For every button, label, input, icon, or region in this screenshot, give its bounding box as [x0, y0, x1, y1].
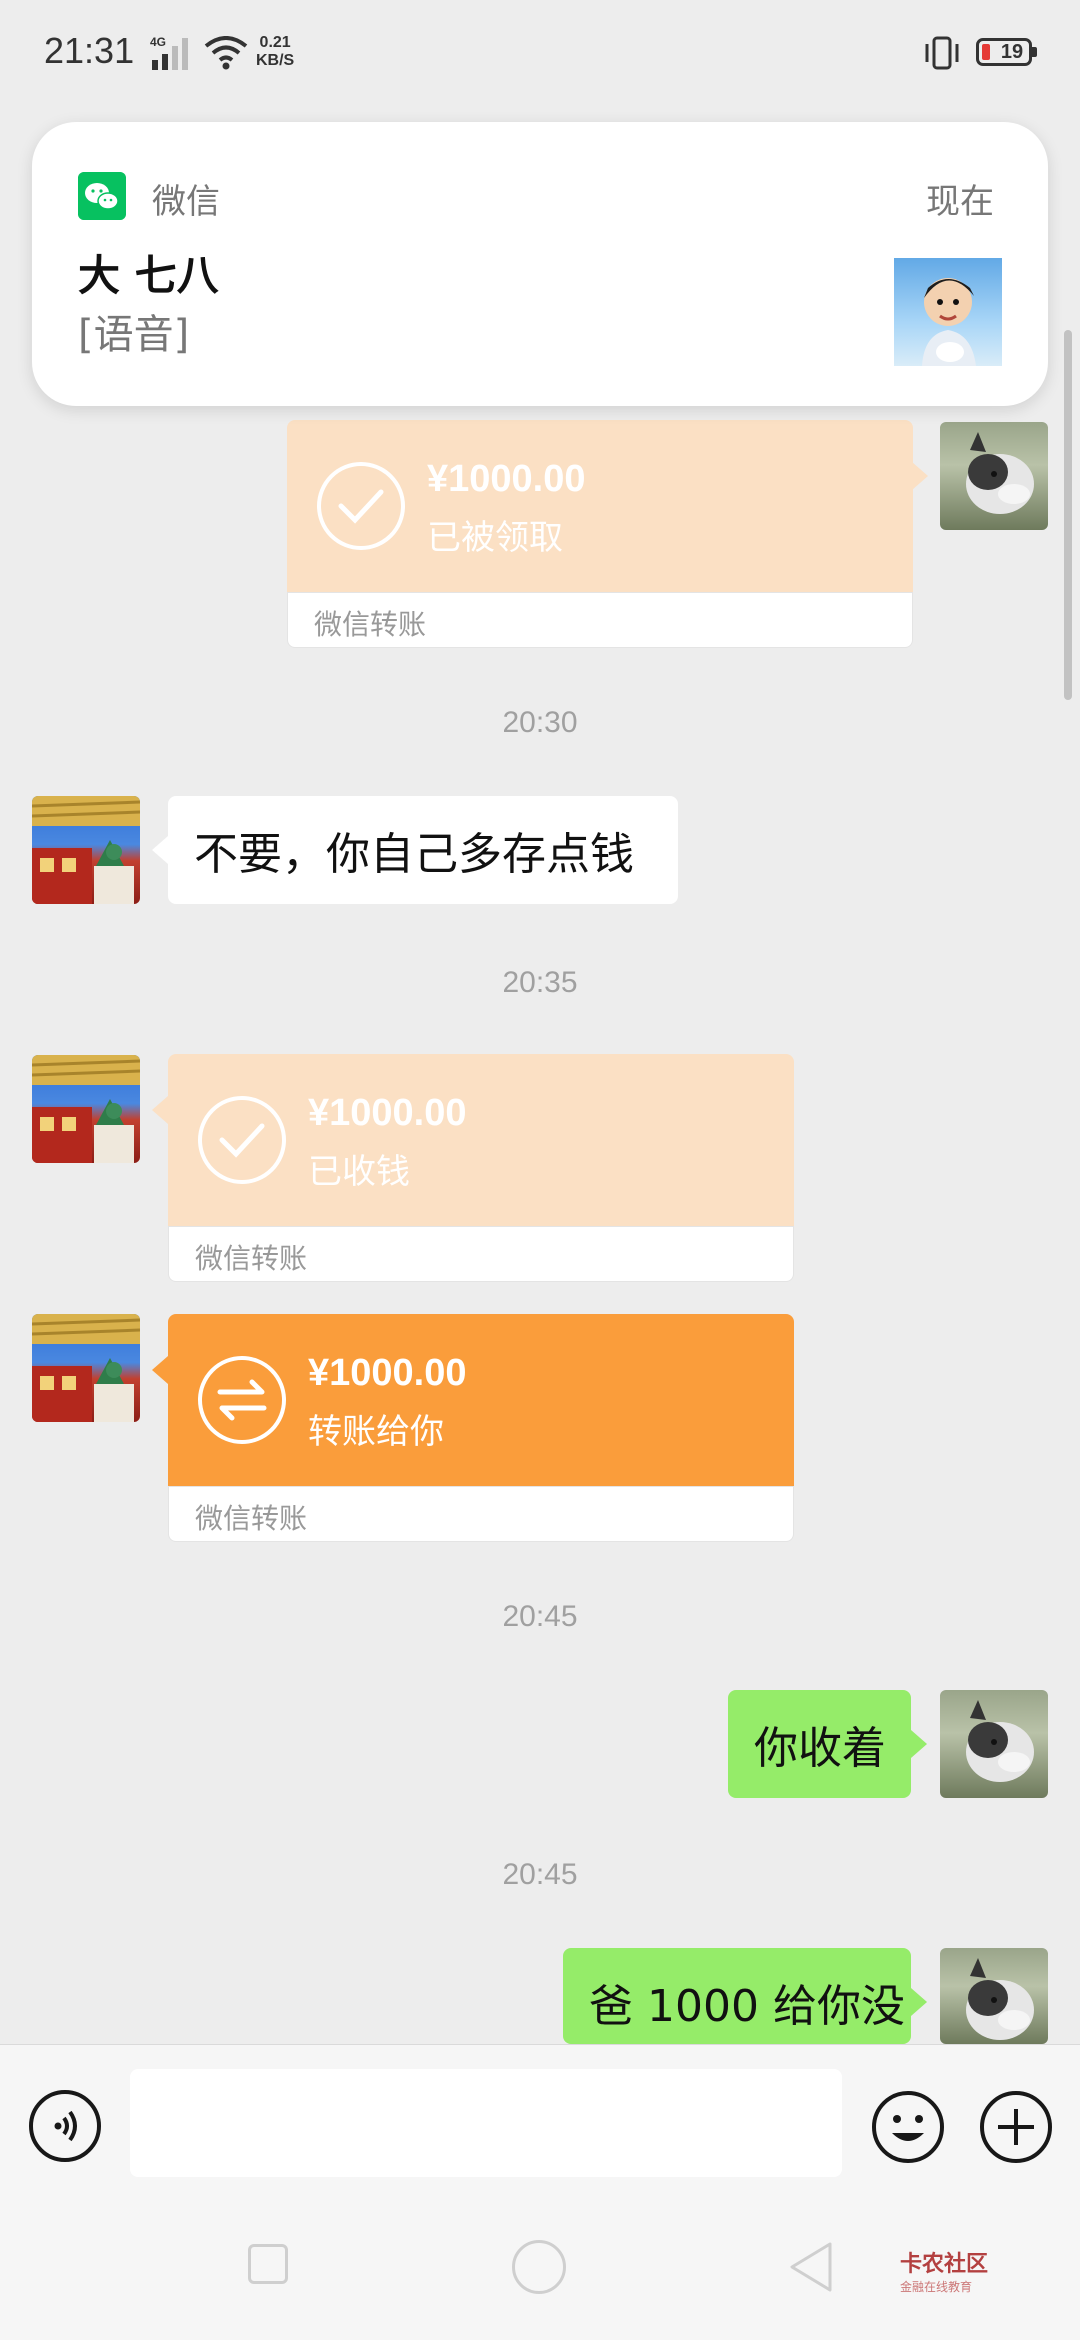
transfer-status: 已被领取 — [427, 518, 563, 558]
message-text: 爸 1000 给你没 — [589, 1981, 905, 2032]
message-timestamp: 20:30 — [502, 706, 578, 739]
wechat-icon — [78, 172, 126, 220]
status-bar: 21:31 4G 0.21 KB/S 19 — [0, 0, 1080, 110]
battery-icon: 19 — [976, 38, 1037, 66]
message-text: 不要，你自己多存点钱 — [194, 829, 634, 880]
notification-message: [语音] — [78, 312, 190, 358]
speed-unit: KB/S — [256, 52, 295, 69]
speed-value: 0.21 — [259, 34, 291, 51]
network-speed: 0.21 KB/S — [256, 34, 294, 70]
transfer-card-body: ¥1000.00 已收钱 — [168, 1054, 794, 1226]
message-input[interactable] — [130, 2069, 842, 2177]
emoji-icon[interactable] — [870, 2089, 946, 2165]
wifi-icon — [204, 36, 248, 70]
transfer-label: 微信转账 — [195, 1242, 308, 1275]
transfer-footer: 微信转账 — [287, 592, 913, 648]
bubble-tail — [911, 1730, 927, 1758]
avatar[interactable] — [940, 1690, 1048, 1798]
transfer-card[interactable]: ¥1000.00 已收钱 微信转账 — [168, 1054, 794, 1282]
message-timestamp: 20:35 — [502, 966, 578, 999]
message-timestamp: 20:45 — [502, 1600, 578, 1633]
battery-level: 19 — [1000, 41, 1024, 63]
sent-text-bubble[interactable]: 你收着 — [728, 1690, 911, 1798]
message-timestamp: 20:45 — [502, 1858, 578, 1891]
transfer-label: 微信转账 — [195, 1502, 308, 1535]
received-text-bubble[interactable]: 不要，你自己多存点钱 — [168, 796, 678, 904]
svg-text:4G: 4G — [150, 35, 166, 49]
voice-icon[interactable] — [28, 2089, 102, 2163]
transfer-card[interactable]: ¥1000.00 转账给你 微信转账 — [168, 1314, 794, 1542]
cellular-signal-icon: 4G — [150, 35, 188, 70]
plus-icon[interactable] — [978, 2089, 1054, 2165]
transfer-card-body: ¥1000.00 转账给你 — [168, 1314, 794, 1486]
recent-apps-button[interactable] — [248, 2244, 288, 2284]
transfer-status: 转账给你 — [308, 1412, 444, 1452]
transfer-status: 已收钱 — [308, 1152, 410, 1192]
avatar[interactable] — [940, 1948, 1048, 2044]
transfer-card[interactable]: ¥1000.00 已被领取 微信转账 — [287, 420, 913, 648]
avatar[interactable] — [32, 796, 140, 904]
transfer-label: 微信转账 — [314, 608, 427, 641]
transfer-footer: 微信转账 — [168, 1486, 794, 1542]
notification-sender: 大 七八 — [78, 251, 219, 300]
check-icon — [317, 462, 405, 550]
watermark-brand: 卡农社区 — [900, 2252, 989, 2277]
avatar[interactable] — [32, 1055, 140, 1163]
transfer-amount: ¥1000.00 — [308, 1352, 467, 1394]
sent-text-bubble[interactable]: 爸 1000 给你没 — [563, 1948, 911, 2044]
avatar[interactable] — [32, 1314, 140, 1422]
chat-screen: 21:31 4G 0.21 KB/S 19 ¥1000.00 已被领取 微信转账… — [0, 0, 1080, 2340]
home-button[interactable] — [512, 2240, 566, 2294]
transfer-card-body: ¥1000.00 已被领取 — [287, 420, 913, 592]
bubble-tail — [911, 1988, 927, 2016]
vibrate-icon — [925, 36, 959, 70]
notification-app-name: 微信 — [152, 182, 220, 222]
transfer-arrows-icon — [198, 1356, 286, 1444]
transfer-footer: 微信转账 — [168, 1226, 794, 1282]
status-time: 21:31 — [44, 30, 135, 71]
avatar[interactable] — [940, 422, 1048, 530]
scrollbar[interactable] — [1064, 330, 1072, 700]
bubble-tail — [912, 462, 928, 490]
check-icon — [198, 1096, 286, 1184]
system-nav-bar: 卡农社区 金融在线教育 — [0, 2190, 1080, 2340]
sender-avatar-thumbnail — [894, 258, 1002, 366]
bubble-tail — [152, 1356, 168, 1384]
notification-time: 现在 — [926, 182, 994, 222]
transfer-amount: ¥1000.00 — [308, 1092, 467, 1134]
bubble-tail — [152, 836, 168, 864]
watermark-tagline: 金融在线教育 — [900, 2280, 973, 2294]
watermark-logo: 卡农社区 金融在线教育 — [900, 2246, 988, 2295]
back-icon[interactable] — [786, 2240, 834, 2294]
wechat-notification[interactable]: 微信 现在 大 七八 [语音] — [32, 122, 1048, 406]
transfer-amount: ¥1000.00 — [427, 458, 586, 500]
bubble-tail — [152, 1096, 168, 1124]
message-text: 你收着 — [754, 1723, 886, 1774]
